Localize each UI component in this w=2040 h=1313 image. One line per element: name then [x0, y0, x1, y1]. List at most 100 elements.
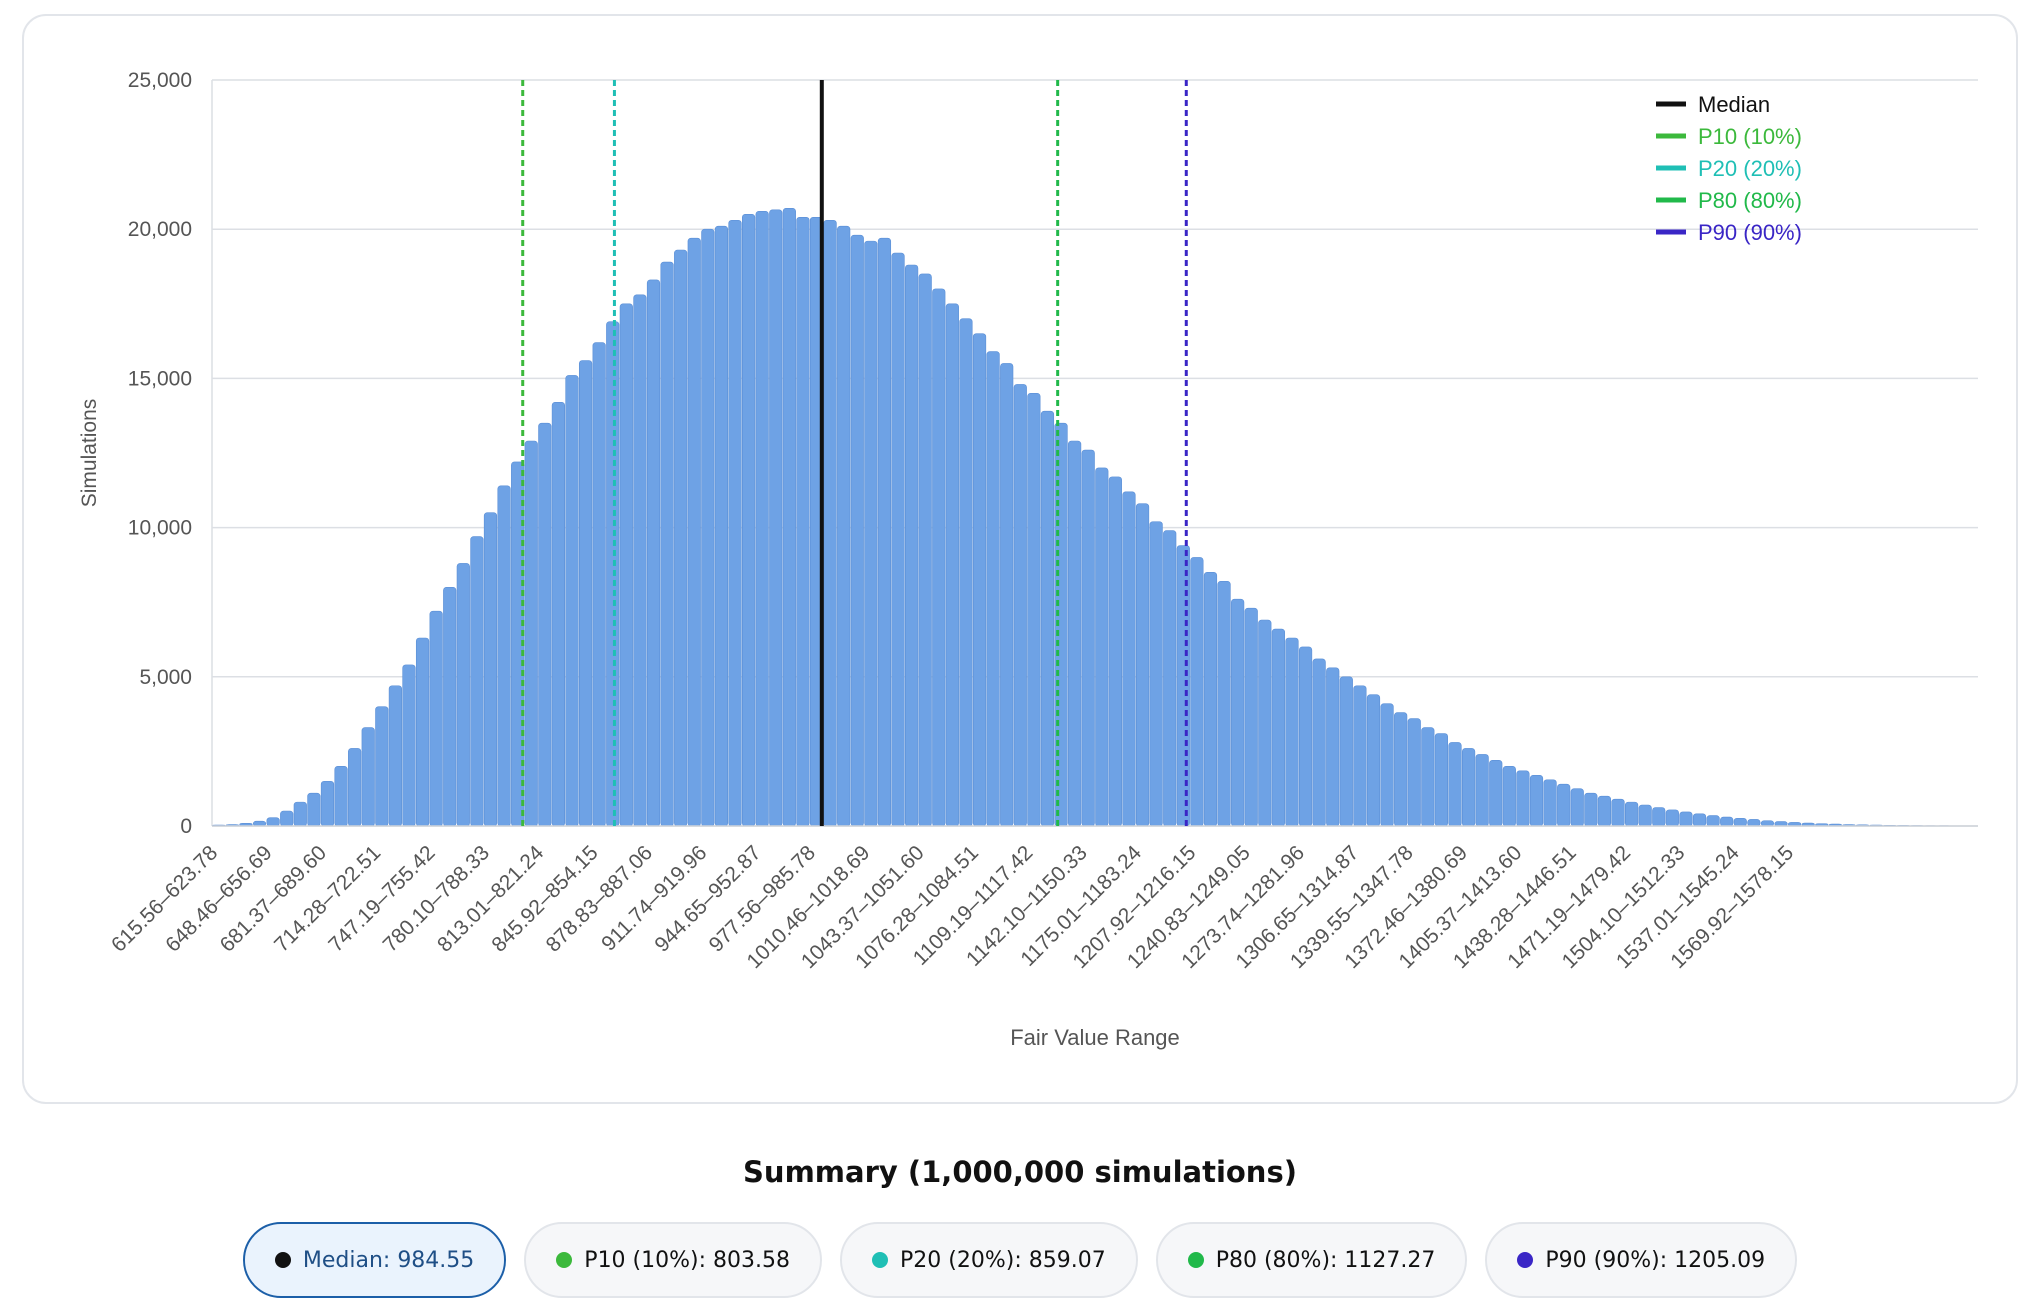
pill-label: P80 (80%): 1127.27 — [1215, 1247, 1436, 1273]
histogram-bar — [1434, 733, 1448, 827]
histogram-bar — [918, 273, 932, 827]
histogram-bar — [850, 234, 864, 827]
histogram-bar — [660, 261, 674, 827]
histogram-bar — [1285, 637, 1299, 827]
histogram-bar — [1394, 712, 1408, 827]
pill-median[interactable]: Median: 984.55 — [242, 1222, 507, 1298]
legend-label: P20 (20%) — [1698, 156, 1802, 181]
histogram-bar — [633, 294, 647, 827]
histogram-bar — [1461, 748, 1476, 827]
histogram-bar — [1108, 476, 1122, 827]
histogram-bar — [551, 401, 565, 827]
histogram-bar — [1611, 798, 1625, 827]
histogram-bar — [1475, 754, 1489, 827]
histogram-bar — [619, 303, 633, 827]
histogram-bar — [1421, 727, 1435, 827]
histogram-bar — [1258, 619, 1272, 827]
histogram-bar — [1339, 676, 1353, 827]
histogram-bar — [293, 801, 307, 827]
y-tick-label: 0 — [180, 815, 192, 838]
histogram-bar — [728, 219, 742, 827]
histogram-bar — [443, 586, 457, 827]
histogram-bar — [1380, 703, 1394, 827]
histogram-bar — [402, 664, 416, 827]
histogram-bar — [1068, 440, 1082, 827]
histogram-bar — [1584, 792, 1598, 827]
pill-label: P20 (20%): 859.07 — [900, 1247, 1106, 1273]
pill-p80[interactable]: P80 (80%): 1127.27 — [1155, 1222, 1468, 1298]
histogram-bar — [1244, 607, 1258, 827]
histogram-bar — [1516, 770, 1530, 827]
histogram-bar — [388, 685, 402, 827]
histogram-bar — [823, 219, 837, 827]
histogram-bar — [796, 216, 810, 827]
histogram-bar — [1665, 809, 1679, 827]
histogram-bar — [674, 249, 688, 827]
histogram-bar — [877, 237, 892, 827]
histogram-bar — [1625, 801, 1639, 827]
pill-label: P90 (90%): 1205.09 — [1545, 1247, 1766, 1273]
histogram-bar — [524, 440, 538, 827]
histogram-bar — [1095, 467, 1109, 827]
histogram-bar — [1298, 646, 1313, 827]
histogram-bar — [1760, 820, 1775, 827]
histogram-bar — [497, 485, 511, 827]
histogram-bar — [755, 210, 769, 827]
histogram-bar — [932, 288, 946, 827]
histogram-bar — [1326, 667, 1340, 827]
histogram-bar — [1000, 363, 1014, 827]
pill-p20[interactable]: P20 (20%): 859.07 — [840, 1222, 1138, 1298]
histogram-bar — [1163, 530, 1177, 827]
histogram-bar — [687, 237, 701, 827]
pill-p10[interactable]: P10 (10%): 803.58 — [524, 1222, 822, 1298]
histogram-bar — [1597, 795, 1612, 827]
y-tick-label: 5,000 — [139, 666, 192, 689]
histogram-bar — [1312, 658, 1326, 827]
histogram-bar — [864, 240, 878, 827]
histogram-bar — [1692, 813, 1707, 827]
dot-icon — [274, 1252, 291, 1268]
histogram-bar — [1149, 521, 1163, 827]
histogram-bar — [266, 817, 280, 827]
histogram-chart: 05,00010,00015,00020,00025,000615.56–623… — [78, 69, 1978, 1050]
pill-p90[interactable]: P90 (90%): 1205.09 — [1485, 1222, 1798, 1298]
histogram-bar — [714, 225, 729, 827]
histogram-bar — [456, 563, 470, 827]
legend-label: Median — [1698, 92, 1770, 117]
histogram-bar — [782, 208, 796, 827]
histogram-bar — [1652, 807, 1666, 827]
histogram-bar — [1529, 774, 1544, 827]
dot-icon — [556, 1252, 573, 1268]
histogram-bar — [1122, 491, 1136, 827]
y-tick-label: 15,000 — [128, 367, 192, 390]
histogram-bar — [1190, 557, 1204, 827]
histogram-bar — [1543, 779, 1557, 827]
summary-pills: Median: 984.55 P10 (10%): 803.58 P20 (20… — [0, 1222, 2040, 1298]
histogram-bar — [1203, 572, 1218, 827]
histogram-bar — [606, 321, 620, 827]
histogram-bar — [1040, 410, 1055, 827]
histogram-bar — [905, 264, 919, 827]
histogram-bar — [307, 792, 321, 827]
dot-icon — [872, 1252, 888, 1268]
histogram-bar — [1679, 811, 1693, 827]
histogram-bar — [280, 810, 294, 827]
histogram-bar — [320, 780, 335, 827]
histogram-bar — [1027, 393, 1041, 827]
legend-label: P10 (10%) — [1698, 124, 1802, 149]
histogram-bar — [891, 252, 905, 827]
y-tick-label: 10,000 — [128, 517, 192, 540]
histogram-bar — [470, 536, 484, 827]
histogram-bar — [1081, 449, 1095, 827]
legend-label: P80 (80%) — [1698, 188, 1802, 213]
histogram-bar — [986, 351, 1000, 827]
histogram-bar — [1407, 718, 1421, 827]
histogram-bar — [361, 727, 375, 827]
histogram-bar — [1747, 819, 1761, 827]
y-tick-label: 25,000 — [128, 69, 192, 92]
legend-label: P90 (90%) — [1698, 220, 1802, 245]
histogram-bar — [592, 342, 606, 827]
pill-label: P10 (10%): 803.58 — [584, 1247, 790, 1273]
histogram-bar — [415, 637, 430, 827]
histogram-bar — [959, 318, 973, 827]
